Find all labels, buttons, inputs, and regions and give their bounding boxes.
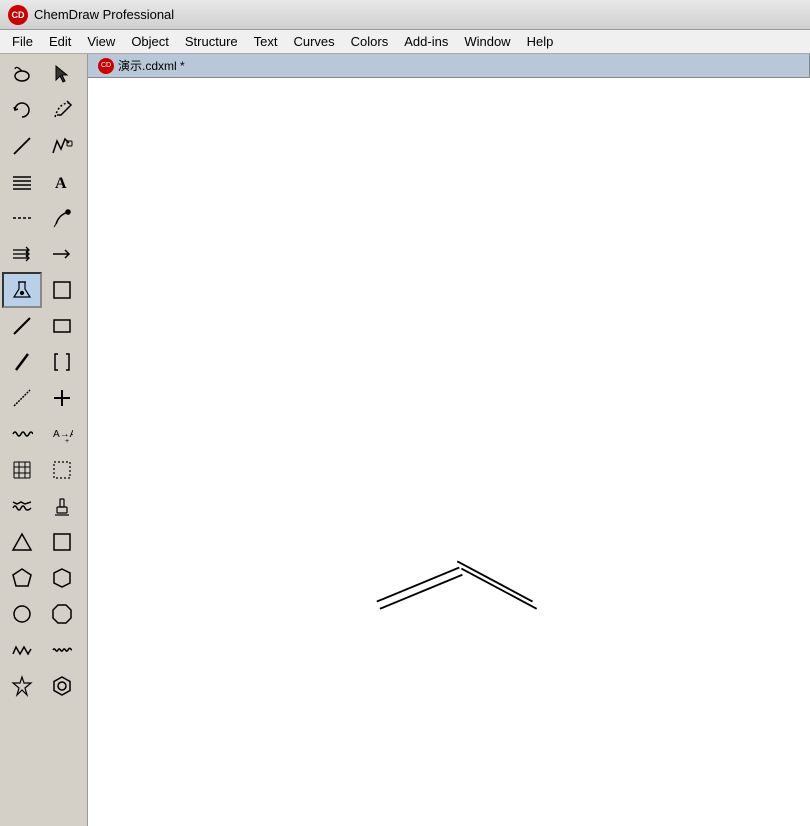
tool-grid[interactable]	[2, 452, 42, 488]
menu-help[interactable]: Help	[519, 32, 562, 51]
menu-text[interactable]: Text	[246, 32, 286, 51]
menu-structure[interactable]: Structure	[177, 32, 246, 51]
app-logo: CD	[8, 5, 28, 25]
menu-object[interactable]: Object	[123, 32, 177, 51]
tool-slash[interactable]	[2, 344, 42, 380]
tool-zigzag[interactable]	[2, 632, 42, 668]
app-title: ChemDraw Professional	[34, 7, 174, 22]
document-filename: 演示.cdxml *	[118, 57, 185, 74]
tool-star5[interactable]	[2, 668, 42, 704]
tool-wave[interactable]	[2, 416, 42, 452]
tool-line[interactable]	[2, 308, 42, 344]
canvas-area: CD 演示.cdxml *	[88, 54, 810, 826]
title-bar: CD ChemDraw Professional	[0, 0, 810, 30]
tool-lasso[interactable]	[2, 56, 42, 92]
tool-chain[interactable]	[42, 128, 82, 164]
tool-text[interactable]: A	[42, 164, 82, 200]
menu-bar: File Edit View Object Structure Text Cur…	[0, 30, 810, 54]
tool-plus[interactable]	[42, 380, 82, 416]
menu-curves[interactable]: Curves	[285, 32, 342, 51]
menu-window[interactable]: Window	[456, 32, 518, 51]
tool-pen[interactable]	[42, 200, 82, 236]
menu-addins[interactable]: Add-ins	[396, 32, 456, 51]
canvas-paper[interactable]	[88, 78, 810, 826]
tool-flask[interactable]	[2, 272, 42, 308]
tool-hexagon[interactable]	[42, 560, 82, 596]
tool-octagon[interactable]	[42, 596, 82, 632]
tool-arrow[interactable]	[42, 236, 82, 272]
doc-icon: CD	[98, 58, 114, 74]
tool-stamp[interactable]	[42, 488, 82, 524]
tool-lines[interactable]	[2, 164, 42, 200]
document-tab[interactable]: CD 演示.cdxml *	[88, 54, 810, 78]
tool-circle[interactable]	[2, 596, 42, 632]
tool-bracket[interactable]	[42, 344, 82, 380]
menu-colors[interactable]: Colors	[343, 32, 397, 51]
tool-pentagon[interactable]	[2, 560, 42, 596]
tool-dotted-rect[interactable]	[42, 452, 82, 488]
tool-rectangle[interactable]	[42, 308, 82, 344]
main-area: A	[0, 54, 810, 826]
tool-pointer[interactable]	[42, 56, 82, 92]
tool-multi-arrow[interactable]	[2, 236, 42, 272]
tool-bond[interactable]	[2, 128, 42, 164]
tool-diamond[interactable]	[2, 380, 42, 416]
tool-path-eraser[interactable]	[42, 92, 82, 128]
tool-square[interactable]	[42, 524, 82, 560]
tool-triangle[interactable]	[2, 524, 42, 560]
svg-text:A→A: A→A	[53, 429, 73, 440]
menu-edit[interactable]: Edit	[41, 32, 79, 51]
tool-atom-map[interactable]: A→A +	[42, 416, 82, 452]
tool-rotate[interactable]	[2, 92, 42, 128]
svg-text:+: +	[65, 438, 69, 445]
menu-file[interactable]: File	[4, 32, 41, 51]
tool-benzene[interactable]	[42, 668, 82, 704]
svg-text:A: A	[55, 175, 67, 192]
tool-squiggle[interactable]	[42, 632, 82, 668]
tool-dashed[interactable]	[2, 200, 42, 236]
toolbar: A	[0, 54, 88, 826]
tool-wave2[interactable]	[2, 488, 42, 524]
chem-structure	[88, 78, 810, 826]
menu-view[interactable]: View	[79, 32, 123, 51]
tool-rect-frame[interactable]	[42, 272, 82, 308]
